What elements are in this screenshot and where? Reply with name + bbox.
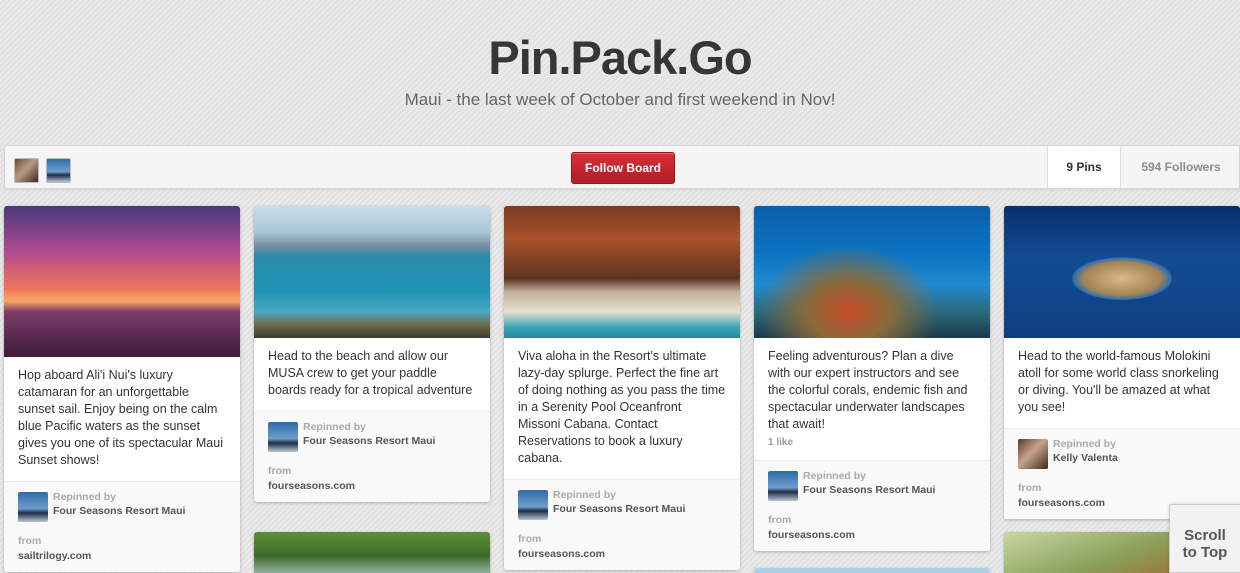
pin-card[interactable]: Head to the world-famous Molokini atoll …	[1004, 206, 1240, 519]
owner-avatar[interactable]	[14, 158, 39, 183]
from-label: from	[1018, 482, 1042, 494]
repinner-name-link[interactable]: Four Seasons Resort Maui	[803, 484, 935, 496]
pin-description: Viva aloha in the Resort's ultimate lazy…	[518, 349, 726, 465]
from-label: from	[518, 533, 542, 545]
pin-source: from sailtrilogy.com	[4, 529, 240, 572]
repinner-avatar[interactable]	[1018, 439, 1048, 469]
pin-attribution: Repinned by Four Seasons Resort Maui	[504, 479, 740, 527]
repinner-name-link[interactable]: Four Seasons Resort Maui	[53, 505, 185, 517]
board-description: Maui - the last week of October and firs…	[404, 90, 836, 109]
repinner-name-link[interactable]: Kelly Valenta	[1053, 452, 1118, 464]
repinned-by-label: Repinned by	[803, 470, 867, 482]
followers-count-tab[interactable]: 594 Followers	[1121, 146, 1240, 188]
source-domain-link[interactable]: fourseasons.com	[518, 548, 726, 560]
pin-card[interactable]: Feeling adventurous? Plan a dive with ou…	[754, 206, 990, 551]
pin-card[interactable]	[754, 568, 990, 573]
pin-card[interactable]: Hop aboard Ali'i Nui's luxury catamaran …	[4, 206, 240, 572]
from-label: from	[768, 514, 792, 526]
repinned-by-label: Repinned by	[1053, 438, 1117, 450]
pin-attribution: Repinned by Four Seasons Resort Maui	[254, 411, 490, 459]
repinner-avatar[interactable]	[518, 490, 548, 520]
repinned-by-label: Repinned by	[53, 491, 117, 503]
source-domain-link[interactable]: fourseasons.com	[768, 529, 976, 541]
from-label: from	[268, 465, 292, 477]
pin-description: Head to the world-famous Molokini atoll …	[1018, 349, 1219, 414]
repinner-name-link[interactable]: Four Seasons Resort Maui	[553, 503, 685, 515]
follow-board-button[interactable]: Follow Board	[571, 152, 675, 184]
repinned-by-label: Repinned by	[303, 421, 367, 433]
pin-card[interactable]: Viva aloha in the Resort's ultimate lazy…	[504, 206, 740, 570]
pin-source: from fourseasons.com	[254, 459, 490, 502]
pin-attribution: Repinned by Four Seasons Resort Maui	[754, 460, 990, 508]
pin-image[interactable]	[754, 206, 990, 338]
repinner-avatar[interactable]	[768, 471, 798, 501]
board-title: Pin.Pack.Go	[488, 31, 752, 84]
pin-description: Feeling adventurous? Plan a dive with ou…	[768, 349, 968, 431]
repinned-by-label: Repinned by	[553, 489, 617, 501]
pin-image[interactable]	[254, 532, 490, 573]
pins-count-tab[interactable]: 9 Pins	[1047, 146, 1121, 188]
board-header: Pin.Pack.Go Maui - the last week of Octo…	[0, 0, 1240, 140]
pin-description: Hop aboard Ali'i Nui's luxury catamaran …	[18, 368, 223, 467]
pin-image[interactable]	[254, 206, 490, 338]
board-toolbar: Follow Board 9 Pins 594 Followers	[4, 145, 1240, 189]
repinner-avatar[interactable]	[18, 492, 48, 522]
pin-attribution: Repinned by Four Seasons Resort Maui	[4, 481, 240, 529]
pin-image[interactable]	[504, 206, 740, 338]
pin-source: from fourseasons.com	[504, 527, 740, 570]
scroll-to-top-button[interactable]: Scroll to Top	[1169, 504, 1240, 573]
collaborator-avatar[interactable]	[46, 158, 71, 183]
pin-description: Head to the beach and allow our MUSA cre…	[268, 349, 473, 397]
repinner-name-link[interactable]: Four Seasons Resort Maui	[303, 435, 435, 447]
pin-image[interactable]	[1004, 206, 1240, 338]
source-domain-link[interactable]: fourseasons.com	[268, 480, 476, 492]
from-label: from	[18, 535, 42, 547]
pin-likes-count[interactable]: 1 like	[754, 433, 990, 448]
pin-source: from fourseasons.com	[754, 508, 990, 551]
pin-card[interactable]: Head to the beach and allow our MUSA cre…	[254, 206, 490, 502]
pin-attribution: Repinned by Kelly Valenta	[1004, 428, 1240, 476]
repinner-avatar[interactable]	[268, 422, 298, 452]
scroll-to-top-line2: to Top	[1182, 544, 1228, 561]
source-domain-link[interactable]: sailtrilogy.com	[18, 550, 226, 562]
pin-image[interactable]	[754, 568, 990, 573]
pin-card[interactable]	[254, 532, 490, 573]
scroll-to-top-line1: Scroll	[1184, 527, 1226, 544]
pin-image[interactable]	[4, 206, 240, 357]
